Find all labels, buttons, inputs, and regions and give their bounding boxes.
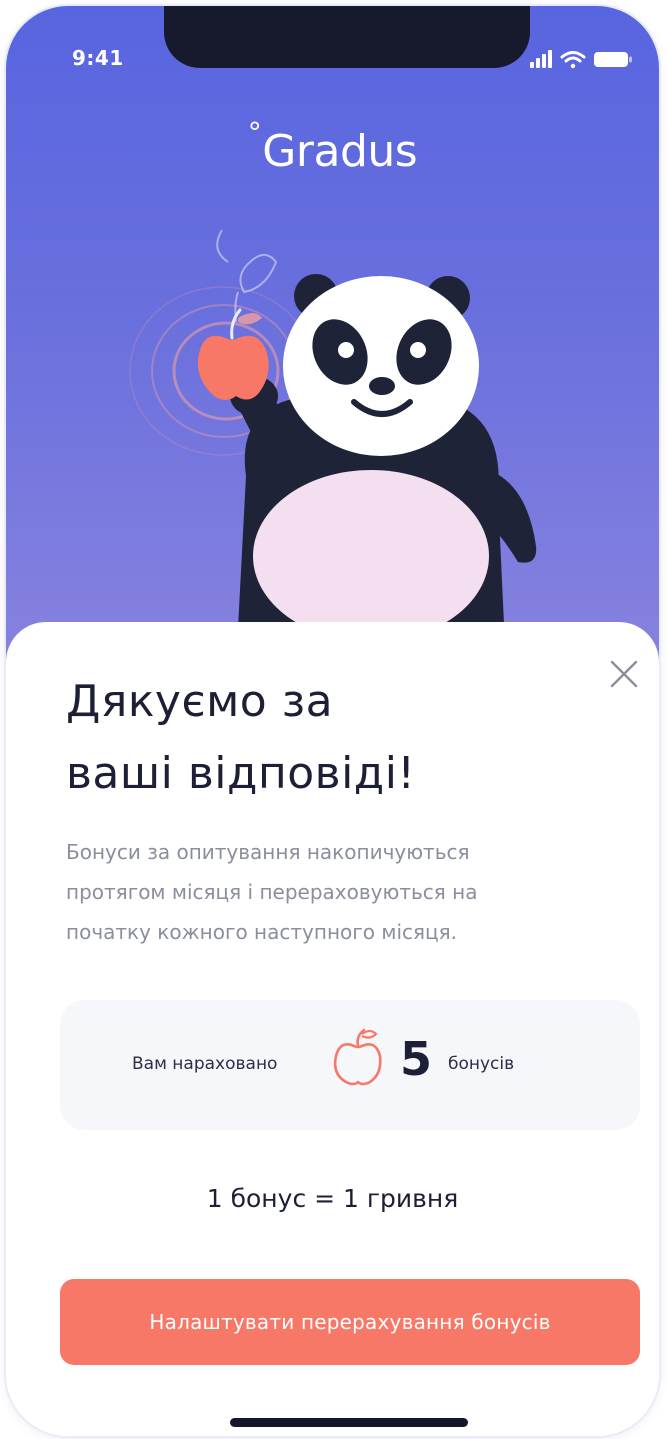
device-notch <box>164 6 530 68</box>
status-time: 9:41 <box>72 46 124 70</box>
bonus-label: Вам нараховано <box>132 1054 278 1074</box>
gradus-logo: °Gradus <box>6 116 659 177</box>
description-line-1: Бонуси за опитування накопичуються <box>66 840 470 864</box>
dialog-description: Бонуси за опитування накопичуються протя… <box>66 832 626 952</box>
logo-degree-symbol: ° <box>247 116 262 149</box>
apple-icon <box>197 308 269 400</box>
status-icons <box>526 48 636 70</box>
panda-head <box>283 276 479 456</box>
panda-illustration <box>129 229 537 666</box>
bonus-summary-card: Вам нараховано 5 бонусів <box>60 1000 640 1130</box>
dialog-title-line-1: Дякуємо за <box>66 676 334 727</box>
dialog-title: Дякуємо за ваші відповіді! <box>66 666 586 810</box>
panda-nose <box>369 377 395 395</box>
description-line-3: початку кожного наступного місяця. <box>66 920 458 944</box>
close-icon[interactable] <box>604 654 644 694</box>
dialog-title-line-2: ваші відповіді! <box>66 748 416 799</box>
logo-text: Gradus <box>262 126 418 177</box>
bonus-unit: бонусів <box>448 1054 515 1074</box>
home-indicator[interactable] <box>230 1418 468 1427</box>
configure-bonus-conversion-button[interactable]: Налаштувати перерахування бонусів <box>60 1279 640 1365</box>
battery-icon <box>594 52 632 67</box>
bonus-value: 5 <box>400 1032 433 1086</box>
wifi-icon <box>560 51 586 69</box>
bonus-exchange-rate: 1 бонус = 1 гривня <box>206 1184 459 1213</box>
cellular-signal-icon <box>530 50 552 68</box>
description-line-2: протягом місяця і перераховуються на <box>66 880 478 904</box>
phone-screen: 9:41 °Gradus Дякуємо за ваші відповіді! … <box>6 6 659 1436</box>
apple-outline-icon <box>333 1028 382 1086</box>
panda-belly <box>253 470 489 642</box>
